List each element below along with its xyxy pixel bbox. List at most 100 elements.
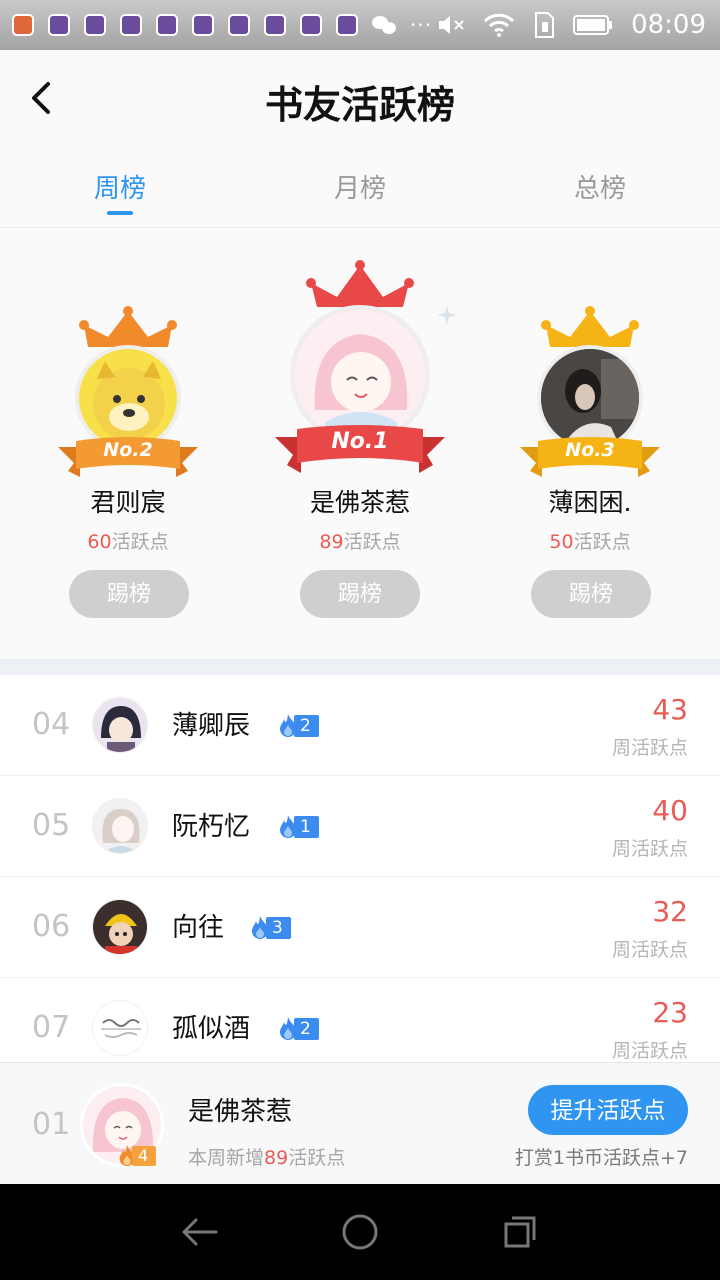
app-icon (192, 14, 214, 36)
rank-number: 05 (32, 808, 71, 843)
score-value: 43 (652, 693, 688, 726)
tab-weekly[interactable]: 周榜 (0, 150, 240, 227)
score-label: 周活跃点 (611, 939, 688, 961)
level-badge: 4 (116, 1145, 157, 1167)
avatar[interactable] (92, 899, 148, 955)
rank-label: No.3 (565, 439, 615, 461)
level-value: 2 (294, 715, 319, 737)
section-divider (0, 659, 720, 675)
user-name: 孤似酒 (172, 1014, 251, 1044)
user-name: 阮朽忆 (172, 812, 251, 842)
score-value: 23 (652, 996, 688, 1029)
nav-back-icon[interactable] (180, 1212, 220, 1252)
score-value: 40 (652, 794, 688, 827)
list-item[interactable]: 07 孤似酒 2 23 周活跃点 (0, 978, 720, 1065)
weekly-gain-value: 89 (264, 1147, 289, 1169)
tab-monthly[interactable]: 月榜 (240, 150, 480, 227)
points-text: 89活跃点 (245, 527, 475, 554)
mute-icon (439, 16, 464, 34)
app-icon (84, 14, 106, 36)
score-value: 32 (652, 895, 688, 928)
page-title: 书友活跃榜 (264, 82, 455, 127)
points-value: 50 (549, 531, 574, 553)
app-icon (336, 14, 358, 36)
user-name: 向往 (172, 913, 225, 943)
podium-second: No.2 君则宸 60活跃点 踢榜 (13, 229, 243, 649)
boost-activity-button[interactable]: 提升活跃点 (528, 1085, 688, 1135)
level-value: 2 (294, 1018, 319, 1040)
wifi-icon (484, 13, 515, 37)
app-icon (264, 14, 286, 36)
points-text: 60活跃点 (13, 527, 243, 554)
points-value: 89 (319, 531, 344, 553)
list-item[interactable]: 04 薄卿辰 2 43 周活跃点 (0, 675, 720, 776)
app-icon (156, 14, 178, 36)
rank-number: 06 (32, 909, 71, 944)
tab-bar: 周榜 月榜 总榜 (0, 150, 720, 228)
battery-icon (573, 15, 613, 35)
user-name: 是佛茶惹 (309, 488, 410, 517)
sim-icon (535, 12, 555, 38)
podium-third: No.3 薄困困. 50活跃点 踢榜 (475, 229, 705, 649)
more-dots-icon: ··· (410, 13, 433, 37)
level-value: 3 (266, 917, 291, 939)
kick-button[interactable]: 踢榜 (300, 570, 420, 618)
podium-first: No.1 是佛茶惹 89活跃点 踢榜 (245, 229, 475, 649)
points-suffix: 活跃点 (343, 531, 401, 553)
sparkle-icon (437, 305, 457, 325)
avatar-image (93, 1001, 147, 1055)
rank-number: 04 (32, 707, 71, 742)
level-badge: 2 (276, 713, 319, 739)
avatar-image (93, 900, 147, 954)
points-value: 60 (87, 531, 112, 553)
score-label: 周活跃点 (611, 838, 688, 860)
avatar[interactable] (92, 1000, 148, 1056)
my-name: 是佛茶惹 (188, 1097, 293, 1127)
level-badge: 3 (248, 915, 291, 941)
user-name: 君则宸 (90, 488, 166, 517)
kick-button[interactable]: 踢榜 (69, 570, 189, 618)
tab-overall[interactable]: 总榜 (480, 150, 720, 227)
score-label: 周活跃点 (611, 737, 688, 759)
level-value: 4 (132, 1146, 157, 1166)
level-value: 1 (294, 816, 319, 838)
rank-label: No.1 (331, 429, 389, 454)
app-icon (48, 14, 70, 36)
level-badge: 2 (276, 1016, 319, 1042)
notification-icon (12, 14, 34, 36)
rank-list: 04 薄卿辰 2 43 周活跃点 05 阮朽忆 1 40 周活跃点 06 向往 … (0, 675, 720, 1065)
points-suffix: 活跃点 (573, 531, 631, 553)
list-item[interactable]: 05 阮朽忆 1 40 周活跃点 (0, 776, 720, 877)
reward-hint: 打赏1书币活跃点+7 (514, 1147, 688, 1169)
kick-button[interactable]: 踢榜 (531, 570, 651, 618)
app-icon (120, 14, 142, 36)
status-bar: ··· 08:09 (0, 0, 720, 50)
app-icon (300, 14, 322, 36)
score-label: 周活跃点 (611, 1040, 688, 1062)
user-name: 薄困困. (548, 488, 632, 517)
avatar[interactable] (92, 798, 148, 854)
weekly-gain-suffix: 活跃点 (288, 1147, 346, 1169)
app-icon (228, 14, 250, 36)
list-item[interactable]: 06 向往 3 32 周活跃点 (0, 877, 720, 978)
level-badge: 1 (276, 814, 319, 840)
clock: 08:09 (631, 10, 706, 40)
avatar-image (93, 698, 147, 752)
nav-home-icon[interactable] (340, 1212, 380, 1252)
wechat-icon (372, 14, 398, 36)
my-rank-number: 01 (32, 1107, 71, 1142)
app-header: 书友活跃榜 (0, 50, 720, 150)
rank-number: 07 (32, 1010, 71, 1045)
avatar[interactable] (92, 697, 148, 753)
points-suffix: 活跃点 (111, 531, 169, 553)
points-text: 50活跃点 (475, 527, 705, 554)
rank-label: No.2 (103, 439, 153, 461)
avatar-image (93, 799, 147, 853)
my-rank-bar: 01 4 是佛茶惹 本周新增89活跃点 提升活跃点 打赏1书币活跃点+7 (0, 1062, 720, 1184)
system-nav-bar (0, 1184, 720, 1280)
user-name: 薄卿辰 (172, 711, 251, 741)
weekly-gain-prefix: 本周新增 (188, 1147, 265, 1169)
podium: No.2 君则宸 60活跃点 踢榜 No.1 是佛茶惹 89活跃点 踢榜 No.… (0, 229, 720, 659)
weekly-gain-text: 本周新增89活跃点 (188, 1143, 345, 1170)
nav-recents-icon[interactable] (500, 1212, 540, 1252)
